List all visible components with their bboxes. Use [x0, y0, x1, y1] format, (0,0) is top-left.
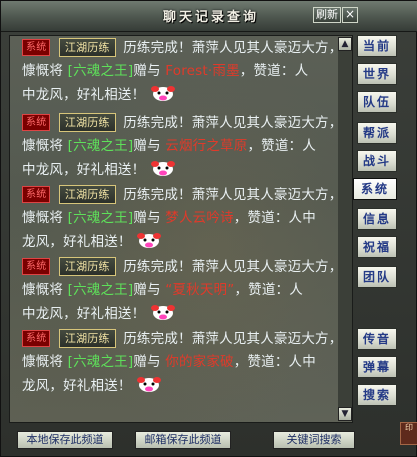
item-link[interactable]: [六魂之王]	[68, 282, 134, 298]
chat-message: 系统 江湖历练 历练完成！萧萍人见其人豪迈大方，慷慨将 [六魂之王]赠与 “夏秋…	[22, 256, 348, 326]
save-local-button[interactable]: 本地保存此频道	[17, 431, 113, 449]
message-text: ，赞道：人中	[233, 354, 316, 370]
message-text: 赠与	[133, 63, 161, 79]
message-text: 赠与	[133, 210, 161, 226]
tab-battle[interactable]: 战斗	[357, 150, 397, 172]
chat-history-window: 聊天记录查询 刷新 × 系统 江湖历练 历练完成！萧萍人见其人豪迈大方，慷慨将 …	[0, 0, 417, 457]
tab-current[interactable]: 当前	[357, 35, 397, 57]
message-text: 中龙风，好礼相送！	[22, 87, 146, 103]
cow-face-icon	[137, 233, 162, 248]
chevron-down-icon[interactable]: ▼	[338, 407, 352, 421]
tab-group[interactable]: 团队	[357, 266, 397, 288]
message-text: 龙风，好礼相送！	[22, 378, 132, 394]
system-channel-badge: 系统	[22, 186, 51, 203]
player-name[interactable]: 云烟行之草原	[165, 138, 247, 154]
jianghu-tag-badge: 江湖历练	[58, 38, 116, 57]
tab-blessing[interactable]: 祝福	[357, 236, 397, 258]
window-title: 聊天记录查询	[162, 10, 259, 25]
chat-message: 系统 江湖历练 历练完成！萧萍人见其人豪迈大方，慷慨将 [六魂之王]赠与 For…	[22, 37, 348, 107]
player-name[interactable]: “夏秋天明”	[165, 282, 234, 298]
tab-world[interactable]: 世界	[357, 63, 397, 85]
title-bar: 聊天记录查询 刷新 ×	[1, 1, 417, 32]
scrollbar-track[interactable]	[338, 37, 352, 421]
system-channel-badge: 系统	[22, 114, 51, 131]
player-name[interactable]: Forest·雨墨	[165, 63, 240, 79]
tab-team[interactable]: 队伍	[357, 91, 397, 113]
item-link[interactable]: [六魂之王]	[68, 354, 134, 370]
item-link[interactable]: [六魂之王]	[68, 63, 134, 79]
chat-message: 系统 江湖历练 历练完成！萧萍人见其人豪迈大方，慷慨将 [六魂之王]赠与 云烟行…	[22, 112, 348, 182]
system-channel-badge: 系统	[22, 39, 51, 56]
tab-guild[interactable]: 帮派	[357, 122, 397, 144]
system-channel-badge: 系统	[22, 330, 51, 347]
tab-whisper[interactable]: 传音	[357, 328, 397, 350]
item-link[interactable]: [六魂之王]	[68, 210, 134, 226]
message-text: ，赞道：人	[234, 282, 303, 298]
item-link[interactable]: [六魂之王]	[68, 138, 134, 154]
message-text: ，赞道：人	[239, 63, 309, 79]
cow-face-icon	[150, 161, 175, 176]
seal-icon: 印	[400, 422, 417, 445]
jianghu-tag-badge: 江湖历练	[58, 185, 116, 204]
keyword-search-button[interactable]: 关键词搜索	[273, 431, 355, 449]
message-text: ，赞道：人中	[233, 210, 316, 226]
message-text: 龙风，好礼相送！	[22, 234, 132, 250]
cow-face-icon	[137, 377, 162, 392]
jianghu-tag-badge: 江湖历练	[58, 257, 116, 276]
chat-message: 系统 江湖历练 历练完成！萧萍人见其人豪迈大方，慷慨将 [六魂之王]赠与 梦人云…	[22, 184, 348, 254]
cow-face-icon	[150, 86, 175, 101]
chat-log-panel: 系统 江湖历练 历练完成！萧萍人见其人豪迈大方，慷慨将 [六魂之王]赠与 For…	[9, 35, 353, 423]
message-text: 赠与	[133, 354, 161, 370]
message-text: 赠与	[133, 282, 161, 298]
tab-danmaku[interactable]: 弹幕	[357, 356, 397, 378]
message-text: 赠与	[133, 138, 161, 154]
player-name[interactable]: 梦人云吟诗	[165, 210, 234, 226]
tab-system[interactable]: 系统	[353, 178, 397, 200]
close-button[interactable]: ×	[342, 7, 358, 23]
system-channel-badge: 系统	[22, 258, 51, 275]
message-text: 中龙风，好礼相送！	[22, 306, 146, 322]
message-text: ，赞道：人	[247, 138, 316, 154]
refresh-button[interactable]: 刷新	[313, 7, 341, 23]
chevron-up-icon[interactable]: ▲	[338, 37, 352, 51]
chat-message: 系统 江湖历练 历练完成！萧萍人见其人豪迈大方，慷慨将 [六魂之王]赠与 你的家…	[22, 328, 348, 398]
message-text: 中龙风，好礼相送！	[22, 162, 146, 178]
jianghu-tag-badge: 江湖历练	[58, 113, 116, 132]
cow-face-icon	[150, 305, 175, 320]
save-mail-button[interactable]: 邮箱保存此频道	[135, 431, 231, 449]
tab-info[interactable]: 信息	[357, 208, 397, 230]
jianghu-tag-badge: 江湖历练	[58, 329, 116, 348]
tab-search[interactable]: 搜索	[357, 384, 397, 406]
player-name[interactable]: 你的家家破	[165, 354, 234, 370]
